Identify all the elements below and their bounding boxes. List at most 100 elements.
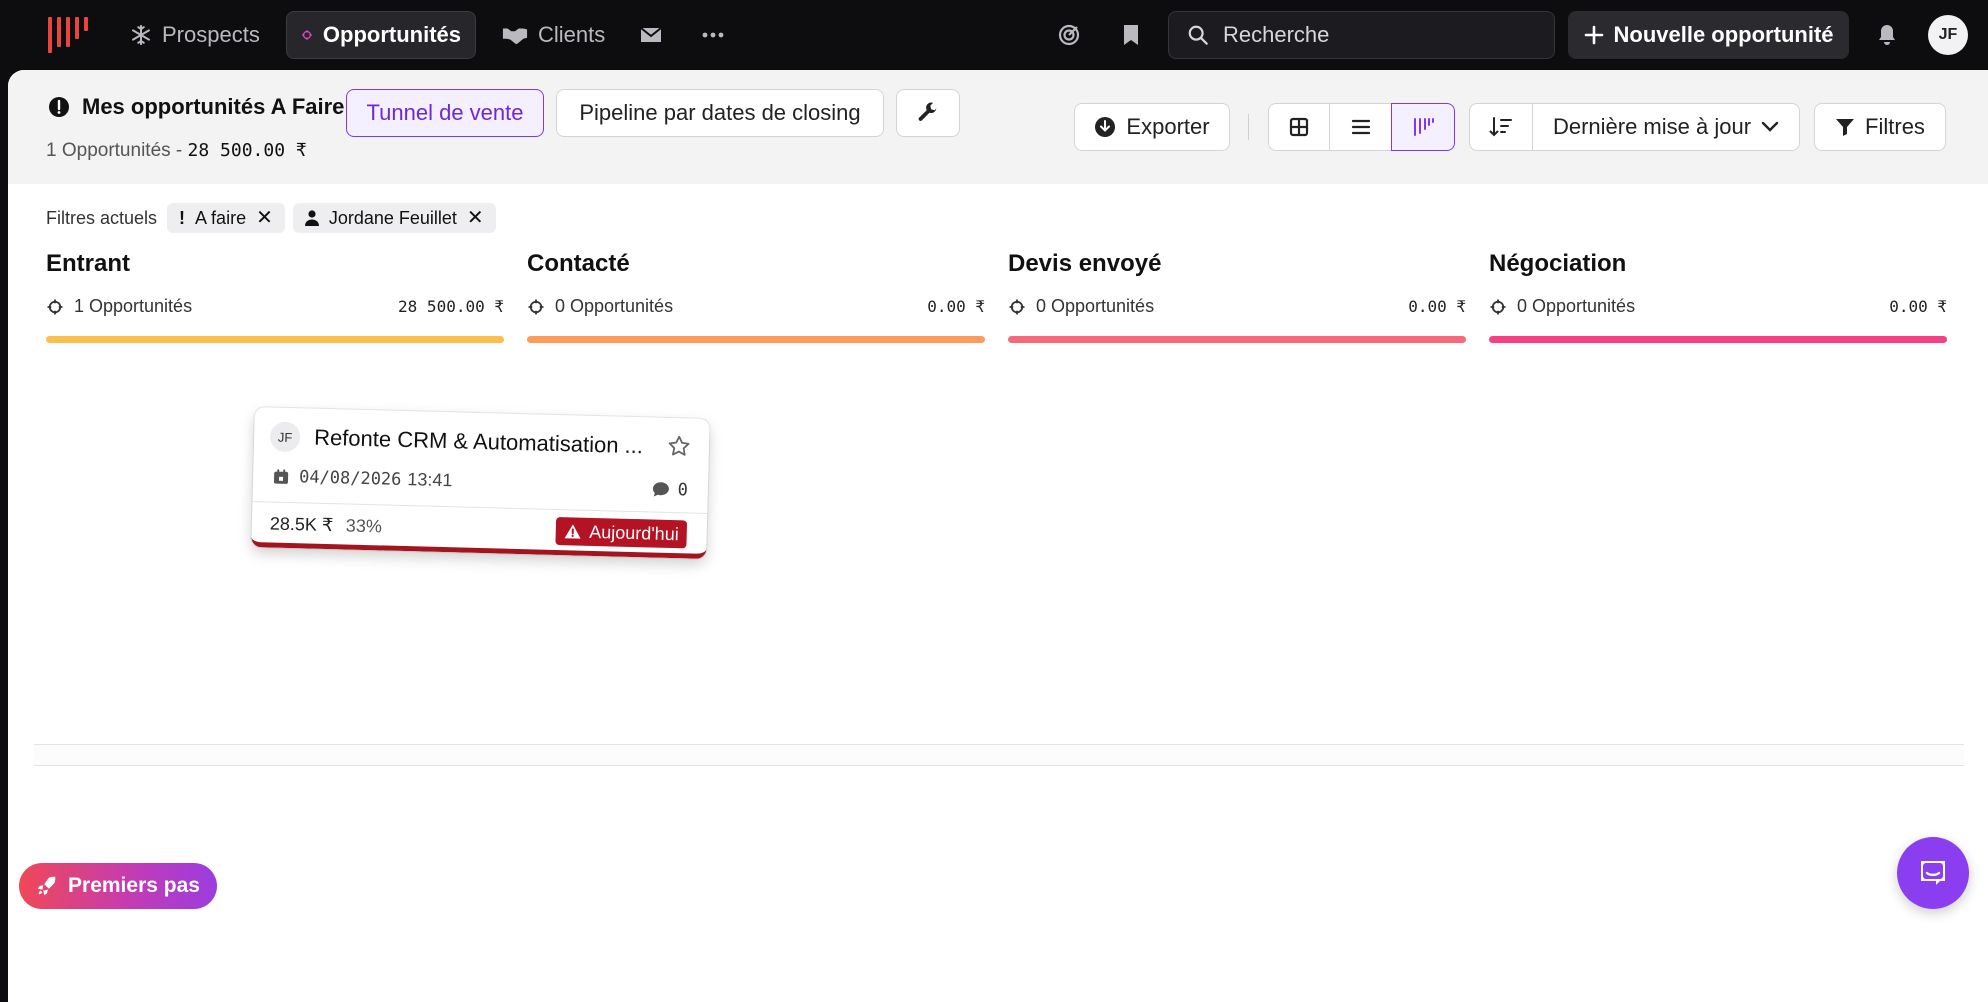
search-icon	[1188, 25, 1208, 45]
card-title[interactable]: Refonte CRM & Automatisation ...	[314, 425, 643, 460]
page-title-row: Mes opportunités A Faire	[48, 94, 344, 120]
active-filters-label: Filtres actuels	[46, 207, 158, 228]
nav-opportunites-label: Opportunités	[322, 22, 461, 47]
crosshair-icon	[1009, 299, 1025, 314]
column-count: 0 Opportunités	[1036, 296, 1155, 316]
app-logo[interactable]	[44, 17, 90, 53]
kanban-icon	[1414, 118, 1434, 136]
column-progress-bar	[1489, 336, 1947, 343]
getting-started-button[interactable]: Premiers pas	[19, 863, 217, 909]
main-panel: Mes opportunités A Faire Tunnel de vente…	[8, 70, 1988, 1002]
star-icon[interactable]	[667, 434, 692, 459]
card-price: 28.5K ₹	[269, 513, 334, 536]
column-progress-bar	[1008, 336, 1466, 343]
export-button[interactable]: Exporter	[1074, 103, 1230, 151]
page-title: Mes opportunités A Faire	[82, 94, 345, 119]
target-icon[interactable]	[1054, 20, 1084, 50]
exclamation-icon: !	[179, 207, 186, 228]
chat-support-button[interactable]	[1897, 837, 1969, 909]
view-tunnel-button[interactable]: Tunnel de vente	[346, 89, 544, 137]
chat-icon	[1921, 861, 1945, 885]
view-pipeline-button[interactable]: Pipeline par dates de closing	[556, 89, 884, 137]
opportunities-summary: 1 Opportunités - 28 500.00 ₹	[46, 140, 307, 162]
sort-field-select[interactable]: Dernière mise à jour	[1532, 103, 1800, 151]
pipeline-column-contacte: Contacté 0 Opportunités 0.00 ₹	[527, 250, 985, 343]
filter-chip-a-faire: ! A faire ✕	[167, 203, 285, 233]
nav-clients-label: Clients	[538, 22, 606, 47]
bookmark-icon[interactable]	[1116, 20, 1146, 50]
summary-count: 1 Opportunités -	[46, 140, 183, 161]
crosshair-icon	[301, 30, 312, 40]
view-kanban-button[interactable]	[1391, 103, 1455, 151]
chevron-down-icon	[1761, 121, 1779, 132]
remove-filter-icon[interactable]: ✕	[467, 208, 484, 228]
column-title: Négociation	[1489, 250, 1627, 277]
download-icon	[1095, 117, 1116, 137]
column-progress-bar	[527, 336, 985, 343]
new-opportunity-button[interactable]: Nouvelle opportunité	[1568, 11, 1849, 59]
crosshair-icon	[1490, 299, 1506, 314]
card-date: 04/08/2026	[298, 466, 402, 490]
calendar-icon	[273, 468, 289, 484]
opportunity-card[interactable]: JF Refonte CRM & Automatisation ... 04/0…	[251, 407, 710, 559]
column-count: 1 Opportunités	[74, 296, 193, 316]
column-title: Devis envoyé	[1008, 250, 1162, 277]
warning-icon	[564, 524, 581, 539]
column-amount: 0.00 ₹	[1889, 297, 1947, 316]
card-divider	[252, 501, 708, 514]
page-header: Mes opportunités A Faire Tunnel de vente…	[8, 70, 1988, 184]
crosshair-icon	[528, 299, 544, 314]
settings-button[interactable]	[896, 89, 960, 137]
column-meta: 1 Opportunités 28 500.00 ₹	[46, 296, 504, 317]
wrench-icon	[918, 102, 937, 121]
filters-button[interactable]: Filtres	[1814, 103, 1946, 151]
view-list-button[interactable]	[1329, 103, 1392, 151]
table-icon	[1289, 117, 1309, 137]
view-table-button[interactable]	[1268, 103, 1330, 151]
new-opportunity-label: Nouvelle opportunité	[1613, 22, 1834, 47]
sort-order-button[interactable]	[1469, 103, 1533, 151]
horizontal-scrollbar[interactable]	[34, 744, 1964, 766]
filters-label: Filtres	[1865, 114, 1925, 139]
nav-opportunites[interactable]: Opportunités	[286, 11, 476, 59]
bell-icon[interactable]	[1872, 20, 1902, 50]
snowflake-icon	[132, 24, 150, 46]
column-amount: 0.00 ₹	[927, 297, 985, 316]
more-options-icon[interactable]	[698, 20, 728, 50]
remove-filter-icon[interactable]: ✕	[256, 208, 273, 228]
nav-clients[interactable]: Clients	[488, 11, 619, 59]
top-navigation-bar: Prospects Opportunités Clients Recherche…	[0, 0, 1988, 70]
user-icon	[304, 210, 319, 226]
export-label: Exporter	[1126, 114, 1210, 139]
list-icon	[1351, 119, 1370, 135]
user-avatar[interactable]: JF	[1928, 15, 1968, 55]
funnel-icon	[1836, 119, 1855, 136]
card-due-badge: Aujourd'hui	[554, 516, 688, 549]
column-meta: 0 Opportunités 0.00 ₹	[1008, 296, 1466, 317]
column-meta: 0 Opportunités 0.00 ₹	[527, 296, 985, 317]
column-amount: 0.00 ₹	[1408, 297, 1466, 316]
card-closing-date: 04/08/2026 13:41	[273, 466, 453, 492]
card-comment-count: 0	[677, 480, 689, 501]
filter-chip-label: A faire	[195, 207, 247, 228]
filter-chip-user: Jordane Feuillet ✕	[292, 203, 496, 233]
pipeline-column-entrant: Entrant 1 Opportunités 28 500.00 ₹	[46, 250, 504, 343]
card-comments[interactable]: 0	[651, 479, 688, 500]
search-input[interactable]: Recherche	[1168, 11, 1555, 59]
column-title: Entrant	[46, 250, 130, 277]
column-meta: 0 Opportunités 0.00 ₹	[1489, 296, 1947, 317]
column-count: 0 Opportunités	[555, 296, 674, 316]
comment-icon	[652, 482, 669, 497]
column-progress-bar	[46, 336, 504, 343]
sort-field-label: Dernière mise à jour	[1552, 114, 1752, 139]
handshake-icon	[502, 28, 528, 45]
card-time: 13:41	[407, 469, 453, 491]
sort-descending-icon	[1489, 117, 1512, 137]
filter-chip-label: Jordane Feuillet	[328, 207, 457, 228]
nav-prospects[interactable]: Prospects	[116, 11, 274, 59]
summary-amount: 28 500.00 ₹	[187, 140, 307, 161]
alert-circle-icon	[49, 97, 69, 117]
getting-started-label: Premiers pas	[68, 874, 200, 897]
mail-icon[interactable]	[636, 20, 666, 50]
column-title: Contacté	[527, 250, 630, 277]
